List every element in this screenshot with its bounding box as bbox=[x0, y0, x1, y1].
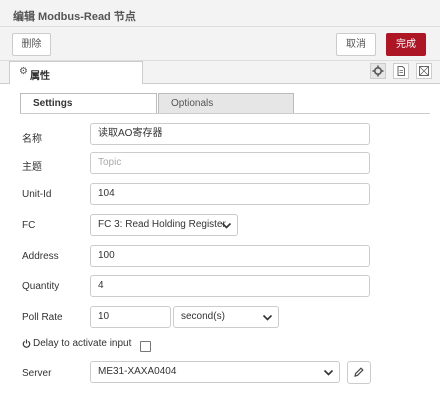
unit-id-label: Unit-Id bbox=[22, 189, 52, 200]
power-icon bbox=[22, 339, 31, 348]
delay-checkbox[interactable] bbox=[140, 341, 151, 352]
quantity-label: Quantity bbox=[22, 281, 60, 292]
node-description-button[interactable] bbox=[393, 63, 409, 79]
tab-properties[interactable]: ⚙ 属性 bbox=[9, 61, 143, 84]
properties-bar: ⚙ 属性 bbox=[0, 61, 440, 84]
pencil-icon bbox=[354, 367, 364, 377]
topic-input[interactable]: Topic bbox=[90, 152, 370, 174]
topic-label: 主题 bbox=[22, 162, 42, 173]
server-select-value: ME31-XAXA0404 bbox=[98, 366, 177, 377]
name-label: 名称 bbox=[22, 134, 42, 145]
tab-settings[interactable]: Settings bbox=[20, 93, 157, 114]
name-input[interactable]: 读取AO寄存器 bbox=[90, 123, 370, 145]
cog-icon bbox=[372, 65, 384, 77]
unit-id-input[interactable]: 104 bbox=[90, 183, 370, 205]
frame-icon bbox=[419, 66, 429, 76]
fc-select[interactable]: FC 3: Read Holding Register bbox=[90, 214, 238, 236]
delay-label: Delay to activate input bbox=[33, 338, 132, 349]
node-settings-button[interactable] bbox=[370, 63, 386, 79]
address-label: Address bbox=[22, 251, 59, 262]
edit-server-button[interactable] bbox=[347, 361, 371, 384]
tab-divider bbox=[20, 113, 430, 114]
server-select[interactable]: ME31-XAXA0404 bbox=[90, 361, 340, 383]
fc-label: FC bbox=[22, 220, 36, 231]
server-label: Server bbox=[22, 368, 52, 379]
tray-toolbar: 删除 取消 完成 bbox=[0, 27, 440, 61]
chevron-down-icon bbox=[323, 369, 334, 376]
quantity-input[interactable]: 4 bbox=[90, 275, 370, 297]
poll-rate-unit-value: second(s) bbox=[181, 311, 225, 322]
tab-optionals[interactable]: Optionals bbox=[158, 93, 294, 114]
cancel-button[interactable]: 取消 bbox=[336, 33, 376, 56]
chevron-down-icon bbox=[262, 314, 273, 321]
tray-title: 编辑 Modbus-Read 节点 bbox=[13, 11, 136, 23]
address-input[interactable]: 100 bbox=[90, 245, 370, 267]
gear-icon: ⚙ bbox=[19, 66, 28, 77]
node-appearance-button[interactable] bbox=[416, 63, 432, 79]
tab-properties-label: 属性 bbox=[30, 71, 50, 82]
done-button[interactable]: 完成 bbox=[386, 33, 426, 56]
fc-select-value: FC 3: Read Holding Register bbox=[98, 219, 226, 230]
poll-rate-input[interactable]: 10 bbox=[90, 306, 171, 328]
document-icon bbox=[397, 66, 405, 76]
poll-rate-label: Poll Rate bbox=[22, 312, 63, 323]
chevron-down-icon bbox=[221, 222, 232, 229]
delete-button[interactable]: 删除 bbox=[12, 33, 51, 56]
poll-rate-unit-select[interactable]: second(s) bbox=[173, 306, 279, 328]
tray-header: 编辑 Modbus-Read 节点 bbox=[0, 0, 440, 27]
